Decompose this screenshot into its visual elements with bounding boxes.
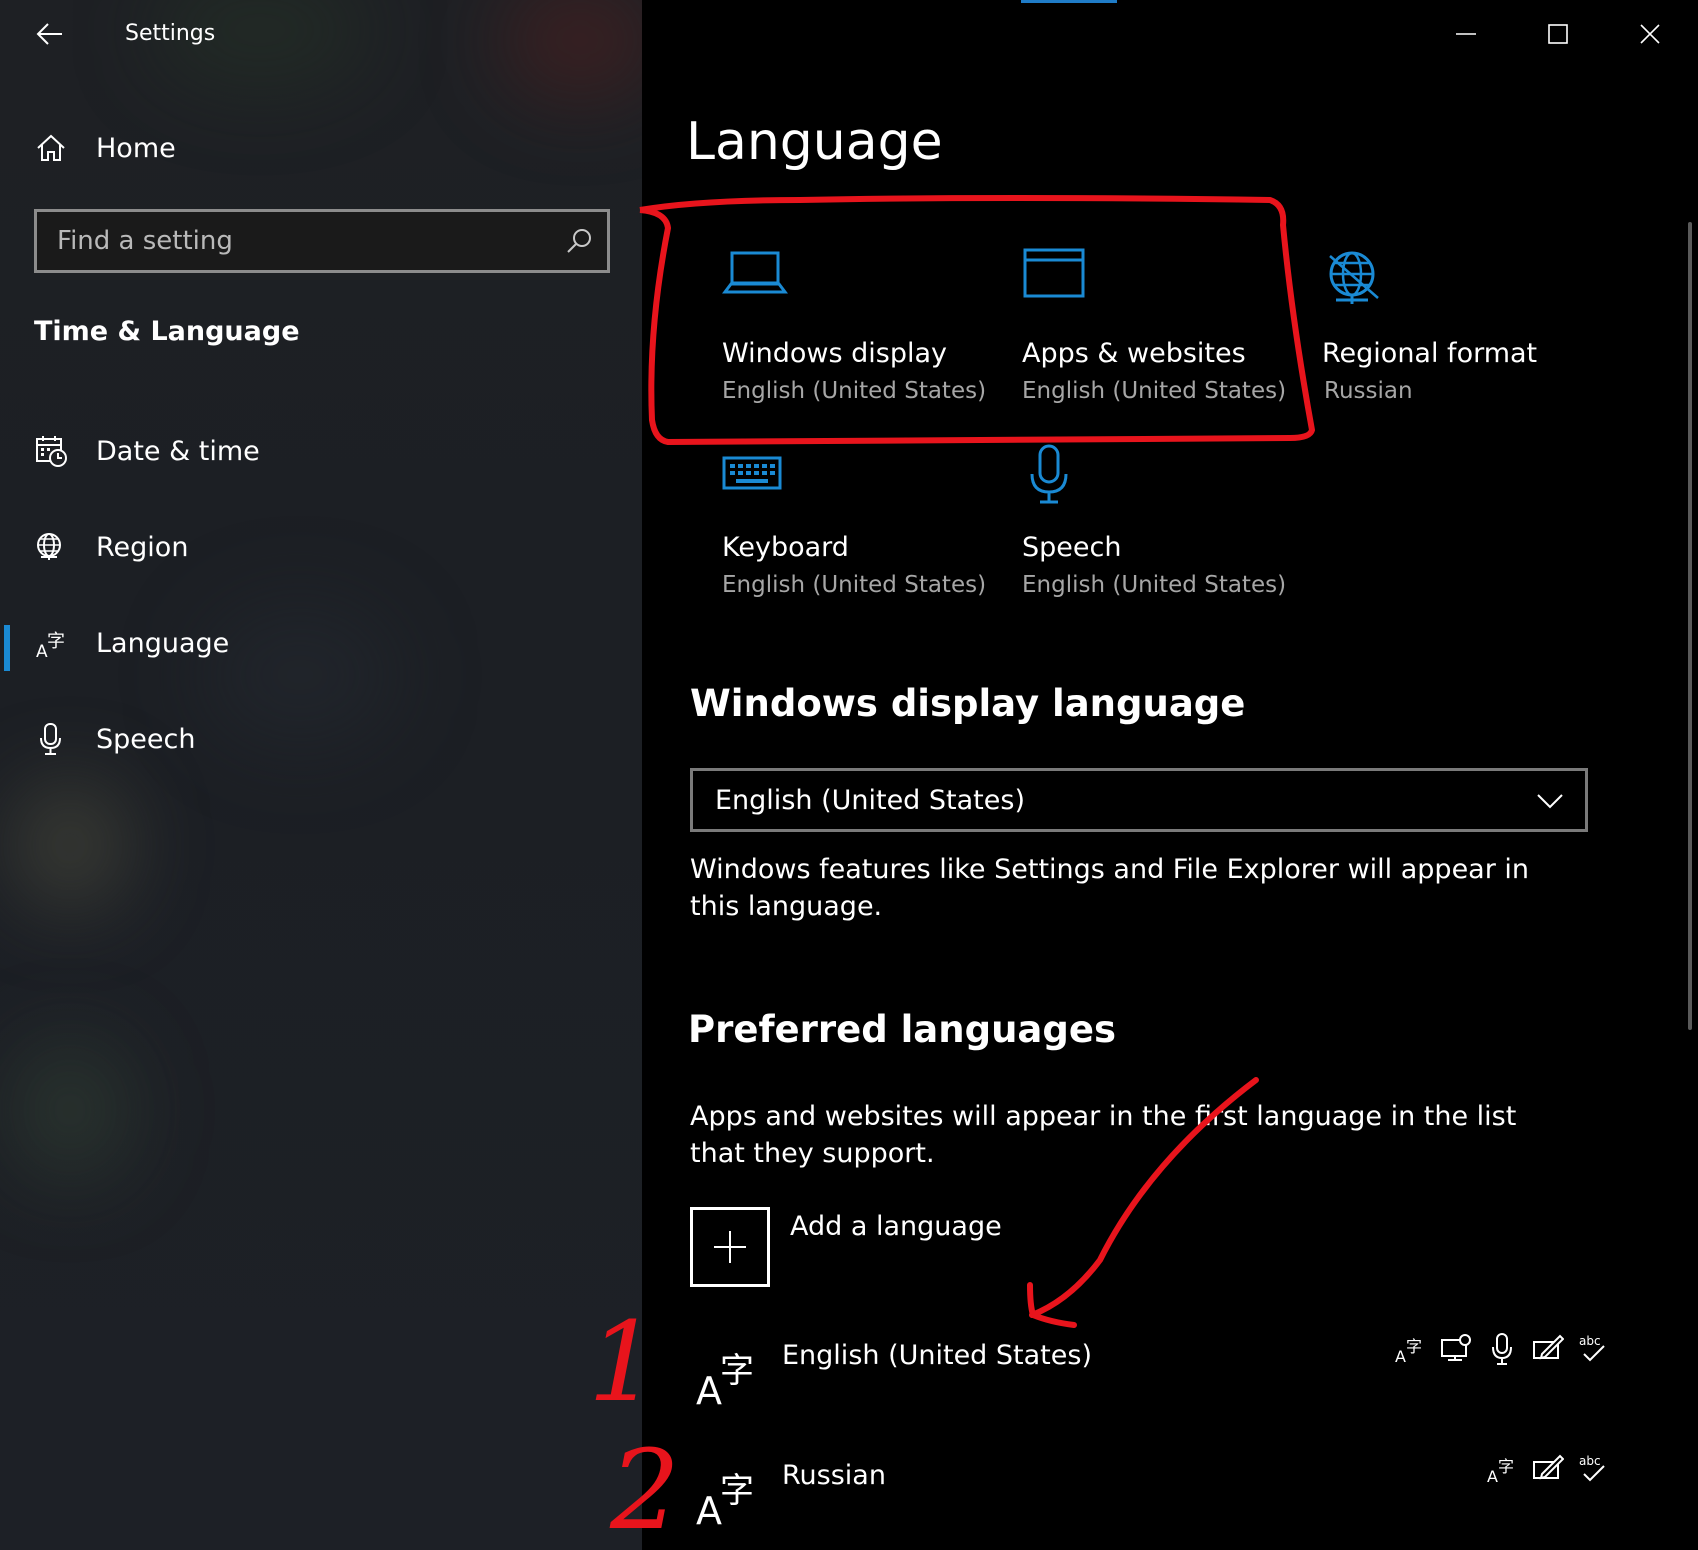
- sidebar-item-label: Speech: [96, 723, 196, 755]
- language-item-russian[interactable]: A 字 Russian A 字 abc: [690, 1448, 1630, 1548]
- minimize-button[interactable]: [1436, 12, 1496, 56]
- svg-text:A: A: [696, 1489, 722, 1528]
- tile-keyboard[interactable]: Keyboard English (United States): [722, 452, 1002, 612]
- tile-label: Regional format: [1322, 338, 1538, 369]
- chevron-down-icon: [1537, 794, 1563, 809]
- tile-value: English (United States): [1022, 378, 1287, 404]
- search-icon[interactable]: [565, 227, 593, 255]
- handwriting-icon: [1533, 1454, 1564, 1480]
- svg-text:abc: abc: [1579, 1454, 1601, 1468]
- svg-text:字: 字: [47, 631, 65, 652]
- close-icon: [1640, 24, 1660, 44]
- display-language-description: Windows features like Settings and File …: [690, 854, 1530, 922]
- home-icon: [34, 131, 68, 165]
- keyboard-icon: [722, 456, 782, 490]
- display-language-icon: A 字: [1395, 1337, 1422, 1366]
- language-item-english[interactable]: A 字 English (United States) A 字 abc: [690, 1328, 1630, 1428]
- handwriting-icon: [1533, 1334, 1564, 1360]
- tile-windows-display[interactable]: Windows display English (United States): [722, 248, 1002, 408]
- title-bar: Settings: [0, 0, 642, 70]
- display-language-dropdown[interactable]: English (United States): [690, 768, 1588, 832]
- sidebar-item-language[interactable]: A 字 Language: [0, 608, 642, 678]
- text-to-speech-icon: [1441, 1334, 1471, 1361]
- add-language-label[interactable]: Add a language: [790, 1211, 1002, 1242]
- microphone-icon: [34, 722, 68, 756]
- accent-line: [1021, 0, 1117, 3]
- display-language-icon: A 字: [1487, 1457, 1514, 1486]
- sidebar-item-date-time[interactable]: Date & time: [0, 416, 642, 486]
- tile-label: Speech: [1022, 532, 1122, 563]
- svg-text:字: 字: [1406, 1337, 1422, 1356]
- svg-text:A: A: [1395, 1347, 1406, 1366]
- tile-label: Apps & websites: [1022, 338, 1246, 369]
- selected-indicator: [4, 625, 10, 671]
- sidebar-item-region[interactable]: Region: [0, 512, 642, 582]
- svg-text:abc: abc: [1579, 1334, 1601, 1348]
- close-button[interactable]: [1620, 12, 1680, 56]
- globe-icon: [34, 530, 68, 564]
- dropdown-selected-value: English (United States): [715, 785, 1025, 816]
- spell-check-icon: abc: [1579, 1454, 1605, 1482]
- tile-apps-websites[interactable]: Apps & websites English (United States): [1022, 248, 1302, 408]
- tile-regional-format[interactable]: Regional format Russian: [1322, 248, 1602, 408]
- globe-icon: [1329, 251, 1379, 304]
- back-arrow-icon: [36, 23, 62, 45]
- svg-text:字: 字: [720, 1471, 754, 1511]
- spell-check-icon: abc: [1579, 1334, 1605, 1362]
- maximize-icon: [1548, 24, 1568, 44]
- svg-text:字: 字: [1498, 1457, 1514, 1476]
- language-name: Russian: [782, 1460, 886, 1491]
- sidebar-item-speech[interactable]: Speech: [0, 704, 642, 774]
- section-title: Time & Language: [34, 316, 300, 347]
- search-box[interactable]: [34, 209, 610, 273]
- back-button[interactable]: [30, 16, 70, 52]
- page-title: Language: [686, 112, 943, 172]
- nav-home-label: Home: [96, 132, 176, 164]
- scrollbar[interactable]: [1688, 222, 1692, 1030]
- preferred-languages-description: Apps and websites will appear in the fir…: [690, 1101, 1517, 1169]
- app-title: Settings: [125, 21, 216, 46]
- sidebar-item-label: Date & time: [96, 435, 260, 467]
- svg-text:A: A: [1487, 1467, 1498, 1486]
- nav-home[interactable]: Home: [0, 120, 642, 176]
- tile-label: Windows display: [722, 338, 947, 369]
- preferred-languages-heading: Preferred languages: [688, 1008, 1116, 1051]
- tile-speech[interactable]: Speech English (United States): [1022, 444, 1302, 612]
- language-icon: A 字: [696, 1471, 754, 1528]
- plus-icon: [714, 1231, 746, 1263]
- search-input[interactable]: [37, 212, 607, 270]
- minimize-icon: [1456, 33, 1476, 35]
- language-name: English (United States): [782, 1340, 1092, 1371]
- content-pane: Language Windows display English (United…: [642, 0, 1698, 1550]
- navigation-pane: Settings Home Time & Language: [0, 0, 642, 1550]
- calendar-clock-icon: [34, 434, 68, 468]
- add-language-button[interactable]: [690, 1207, 770, 1287]
- display-language-heading: Windows display language: [690, 682, 1246, 725]
- tile-value: Russian: [1324, 378, 1413, 404]
- maximize-button[interactable]: [1528, 12, 1588, 56]
- window-icon: [1023, 248, 1085, 298]
- sidebar-item-label: Language: [96, 627, 230, 659]
- svg-text:A: A: [696, 1369, 722, 1408]
- tile-value: English (United States): [1022, 572, 1287, 598]
- laptop-icon: [722, 251, 788, 294]
- svg-text:字: 字: [720, 1351, 754, 1391]
- speech-recognition-icon: [1492, 1333, 1512, 1365]
- tile-value: English (United States): [722, 378, 987, 404]
- tile-value: English (United States): [722, 572, 987, 598]
- tile-label: Keyboard: [722, 532, 849, 563]
- microphone-icon: [1030, 444, 1068, 504]
- language-icon: A 字: [34, 626, 68, 660]
- language-icon: A 字: [696, 1351, 754, 1408]
- sidebar-item-label: Region: [96, 531, 189, 563]
